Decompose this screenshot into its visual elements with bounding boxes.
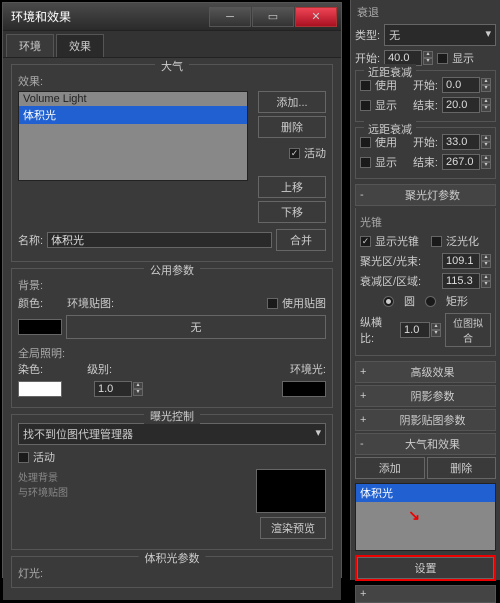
tint-swatch[interactable] [18, 381, 62, 397]
plus-icon: + [360, 390, 370, 402]
adv-rollout[interactable]: +高级效果 [355, 361, 496, 383]
name-label: 名称: [18, 232, 43, 248]
side-del-btn[interactable]: 删除 [427, 457, 497, 479]
ambient-swatch[interactable] [282, 381, 326, 397]
side-add-btn[interactable]: 添加 [355, 457, 425, 479]
exposure-group: 曝光控制 找不到位图代理管理器▾ 活动 处理背景 与环境贴图 渲染预览 [11, 414, 333, 550]
render-preview-button[interactable]: 渲染预览 [260, 517, 326, 539]
vol-light-title: 体积光参数 [139, 550, 206, 566]
exposure-dropdown[interactable]: 找不到位图代理管理器▾ [18, 423, 326, 445]
tab-environment[interactable]: 环境 [6, 34, 54, 57]
atmosphere-group: 大气 效果: Volume Light 体积光 添加... 删除 ✓活动 上移 … [11, 64, 333, 262]
near-use-check[interactable] [360, 80, 371, 91]
overshoot-check[interactable] [431, 236, 442, 247]
extra-rollout[interactable]: + [355, 585, 496, 603]
minus-icon: - [360, 189, 370, 201]
envmap-button[interactable]: 无 [66, 315, 326, 339]
common-params-group: 公用参数 背景: 颜色: 环境贴图: 使用贴图 无 全局照明: 染色: 级别: … [11, 268, 333, 408]
exposure-title: 曝光控制 [144, 408, 200, 424]
hotspot-spinner[interactable]: ▴▾ [442, 253, 491, 269]
chevron-down-icon: ▾ [485, 27, 491, 43]
close-button[interactable]: ✕ [295, 7, 337, 27]
maximize-button[interactable]: ▭ [252, 7, 294, 27]
bg-color-swatch[interactable] [18, 319, 62, 335]
preview-swatch [256, 469, 326, 513]
shadow-rollout[interactable]: +阴影参数 [355, 385, 496, 407]
near-start-spinner[interactable]: ▴▾ [442, 77, 491, 93]
shadowmap-rollout[interactable]: +阴影贴图参数 [355, 409, 496, 431]
tab-effects[interactable]: 效果 [56, 34, 104, 57]
bitmap-fit-btn[interactable]: 位图拟合 [445, 313, 491, 347]
name-input[interactable] [47, 232, 272, 248]
add-button[interactable]: 添加... [258, 91, 326, 113]
red-arrow-icon: ↘ [408, 507, 420, 524]
common-title: 公用参数 [144, 262, 200, 278]
atmo-rollout[interactable]: -大气和效果 [355, 433, 496, 455]
list-item[interactable]: 体积光 [19, 106, 247, 124]
minimize-button[interactable]: ─ [209, 7, 251, 27]
plus-icon: + [360, 366, 370, 378]
side-atmo-list[interactable]: 体积光 [355, 483, 496, 551]
near-end-spinner[interactable]: ▴▾ [442, 97, 491, 113]
right-panel: 衰退 类型: 无▾ 开始: ▴▾ 显示 近距衰减 使用 开始: ▴▾ 显示 结束… [350, 0, 500, 580]
effects-listbox[interactable]: Volume Light 体积光 [18, 91, 248, 181]
delete-button[interactable]: 删除 [258, 116, 326, 138]
effects-label: 效果: [18, 73, 326, 89]
aspect-spinner[interactable]: ▴▾ [400, 322, 441, 338]
moveup-button[interactable]: 上移 [258, 176, 326, 198]
tab-strip: 环境 效果 [3, 31, 341, 58]
window-title: 环境和效果 [7, 8, 208, 25]
near-show-check[interactable] [360, 100, 371, 111]
vol-light-group: 体积光参数 灯光: [11, 556, 333, 588]
far-use-check[interactable] [360, 137, 371, 148]
decay-label: 衰退 [355, 4, 496, 24]
side-list-item[interactable]: 体积光 [356, 484, 495, 502]
merge-button[interactable]: 合并 [276, 229, 326, 251]
far-atten-group: 远距衰减 使用 开始: ▴▾ 显示 结束: ▴▾ [355, 127, 496, 179]
list-item[interactable]: Volume Light [19, 92, 247, 106]
active-checkbox[interactable]: ✓ [289, 148, 300, 159]
spot-group: 光锥 ✓显示光锥 泛光化 聚光区/光束: ▴▾ 衰减区/区域: ▴▾ 圆 矩形 … [355, 208, 496, 356]
titlebar[interactable]: 环境和效果 ─ ▭ ✕ [3, 3, 341, 31]
setup-callout: 设置 [355, 555, 496, 581]
far-show-check[interactable] [360, 157, 371, 168]
type-label: 类型: [355, 27, 380, 43]
far-start-spinner[interactable]: ▴▾ [442, 134, 491, 150]
env-effects-dialog: 环境和效果 ─ ▭ ✕ 环境 效果 大气 效果: Volume Light 体积… [2, 2, 342, 578]
minus-icon: - [360, 438, 370, 450]
plus-icon: + [360, 588, 370, 600]
plus-icon: + [360, 414, 370, 426]
exp-active-check[interactable] [18, 452, 29, 463]
showcone-check[interactable]: ✓ [360, 236, 371, 247]
falloff-spinner[interactable]: ▴▾ [442, 273, 491, 289]
usemap-check[interactable] [267, 298, 278, 309]
decay-type-dropdown[interactable]: 无▾ [384, 24, 496, 46]
near-atten-group: 近距衰减 使用 开始: ▴▾ 显示 结束: ▴▾ [355, 70, 496, 122]
setup-button[interactable]: 设置 [357, 557, 494, 579]
show-checkbox[interactable] [437, 53, 448, 64]
far-end-spinner[interactable]: ▴▾ [442, 154, 491, 170]
spot-rollout[interactable]: -聚光灯参数 [355, 184, 496, 206]
rect-radio[interactable] [425, 296, 436, 307]
level-spinner[interactable]: ▴▾ [94, 381, 143, 397]
circle-radio[interactable] [383, 296, 394, 307]
movedown-button[interactable]: 下移 [258, 201, 326, 223]
chevron-down-icon: ▾ [315, 426, 321, 442]
atmosphere-title: 大气 [155, 58, 189, 74]
